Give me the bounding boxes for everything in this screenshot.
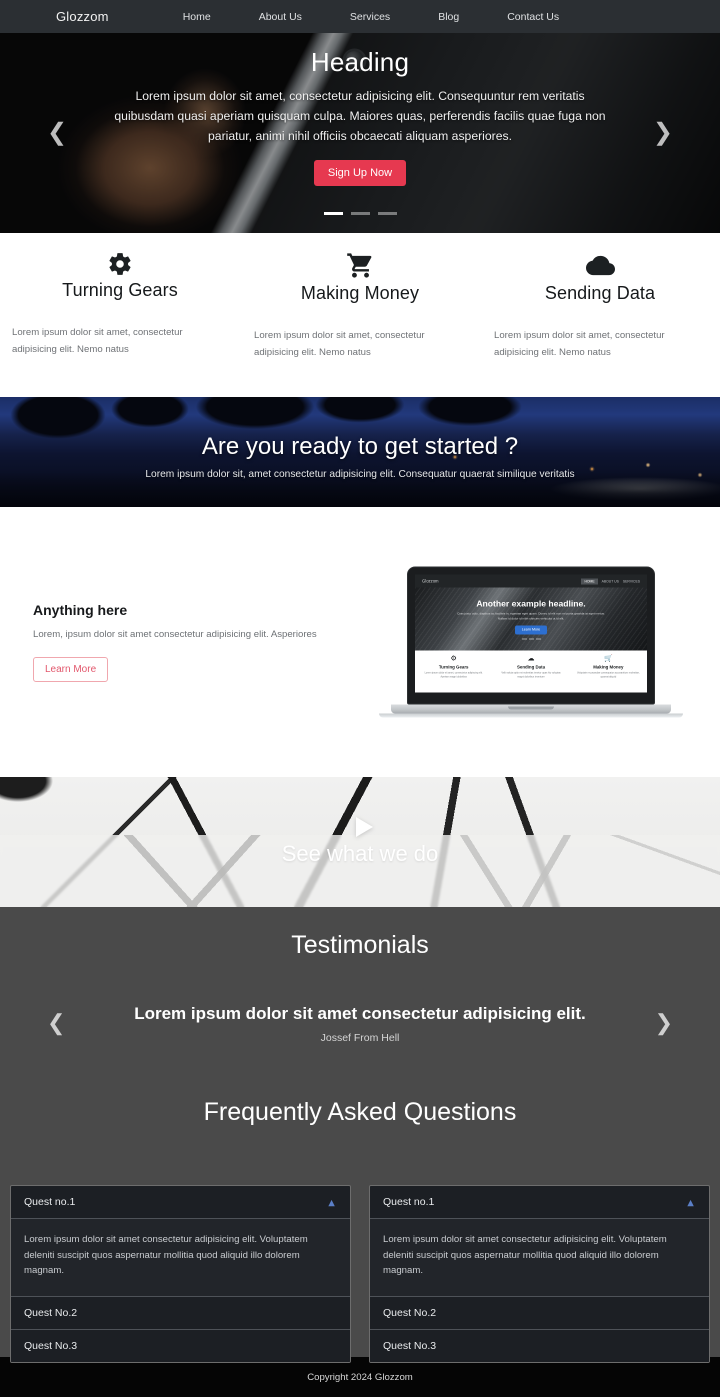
mockup-nav-home: HOME [581, 578, 598, 584]
nav-link-services[interactable]: Services [326, 11, 414, 23]
feature-text-turning-gears: Lorem ipsum dolor sit amet, consectetur … [12, 327, 183, 355]
about-text: Lorem, ipsum dolor sit amet consectetur … [33, 629, 317, 641]
faq-question-label: Quest No.2 [383, 1306, 437, 1319]
features-section: Turning Gears Lorem ipsum dolor sit amet… [0, 233, 720, 397]
mockup-learn-more-button: Learn More [514, 625, 548, 635]
testimonial-carousel: ❮ ❯ Lorem ipsum dolor sit amet consectet… [0, 1004, 720, 1044]
testimonial-author: Jossef From Hell [320, 1032, 400, 1044]
mockup-feature-text: Velit soluta optio est molestias tenetur… [501, 671, 561, 679]
mockup-nav-services: SERVICES [622, 579, 640, 583]
mockup-feature-title: Making Money [593, 664, 624, 670]
mockup-feature-title: Turning Gears [438, 664, 469, 670]
learn-more-button[interactable]: Learn More [33, 656, 109, 682]
faq-question-label: Quest No.2 [24, 1306, 78, 1319]
feature-card-turning-gears: Turning Gears Lorem ipsum dolor sit amet… [0, 251, 240, 397]
mockup-brand: Glozzom [422, 578, 439, 584]
nav-link-blog[interactable]: Blog [414, 11, 483, 23]
laptop-base [391, 704, 671, 714]
mockup-navbar: Glozzom HOME ABOUT US SERVICES [415, 574, 647, 588]
cta-subtitle: Lorem ipsum dolor sit, amet consectetur … [145, 468, 575, 480]
testimonial-quote: Lorem ipsum dolor sit amet consectetur a… [134, 1004, 586, 1023]
hero-indicator-2[interactable] [350, 212, 370, 215]
testimonial-next-arrow-icon[interactable]: ❯ [655, 1012, 673, 1034]
faq-question-1[interactable]: Quest no.1 ▼ [11, 1186, 350, 1219]
shopping-cart-icon [346, 253, 371, 278]
mockup-features: ⚙ Turning Gears Lorem ipsum dolor sit am… [415, 650, 647, 693]
mockup-hero: Another example headline. Cras justo odi… [415, 587, 647, 651]
about-section: Anything here Lorem, ipsum dolor sit ame… [0, 507, 720, 777]
hero-subtitle: Lorem ipsum dolor sit amet, consectetur … [114, 89, 606, 143]
mockup-feature-text: Lorem ipsum dolor sit amet, consectetur … [424, 671, 483, 679]
hero-next-arrow-icon[interactable]: ❯ [653, 121, 673, 145]
play-icon[interactable] [355, 817, 373, 837]
nav-link-contact-us[interactable]: Contact Us [483, 11, 583, 23]
mockup-nav-about: ABOUT US [601, 579, 619, 583]
mockup-feature-sending-data: ☁ Sending Data Velit soluta optio est mo… [492, 656, 569, 693]
faq-question-label: Quest No.3 [24, 1339, 78, 1352]
laptop-screen: Glozzom HOME ABOUT US SERVICES Another e… [415, 574, 647, 693]
hero-title: Heading [310, 47, 410, 77]
faq-grid: Quest no.1 ▼ Lorem ipsum dolor sit amet … [0, 1185, 720, 1363]
hero-slide-indicators [0, 212, 720, 215]
brand-logo[interactable]: Glozzom [56, 9, 109, 24]
faq-question-3[interactable]: Quest No.3 [11, 1329, 350, 1362]
faq-title: Frequently Asked Questions [203, 1098, 517, 1126]
nav-link-home[interactable]: Home [159, 11, 235, 23]
hero-indicator-1[interactable] [323, 212, 343, 215]
faq-question-label: Quest no.1 [383, 1196, 435, 1208]
mockup-paragraph: Cras justo odio, dapibus ac facilisis in… [457, 611, 605, 621]
feature-card-making-money: Making Money Lorem ipsum dolor sit amet,… [240, 251, 480, 397]
feature-card-sending-data: Sending Data Lorem ipsum dolor sit amet,… [480, 251, 720, 397]
testimonials-and-faq-section: Testimonials ❮ ❯ Lorem ipsum dolor sit a… [0, 907, 720, 1363]
feature-title-turning-gears: Turning Gears [62, 280, 178, 300]
faq-question-1[interactable]: Quest no.1 ▼ [370, 1186, 709, 1219]
faq-answer-1: Lorem ipsum dolor sit amet consectetur a… [370, 1219, 709, 1297]
faq-column-left: Quest no.1 ▼ Lorem ipsum dolor sit amet … [10, 1185, 351, 1363]
laptop-lid: Glozzom HOME ABOUT US SERVICES Another e… [407, 566, 655, 705]
cloud-icon: ☁ [527, 655, 535, 663]
chevron-up-icon: ▼ [326, 1196, 337, 1209]
testimonials-title: Testimonials [291, 931, 429, 959]
mockup-feature-turning-gears: ⚙ Turning Gears Lorem ipsum dolor sit am… [415, 656, 492, 693]
sign-up-now-button[interactable]: Sign Up Now [313, 160, 407, 187]
cloud-icon [585, 255, 615, 276]
faq-answer-1: Lorem ipsum dolor sit amet consectetur a… [11, 1219, 350, 1297]
main-navbar: Glozzom Home About Us Services Blog Cont… [0, 0, 720, 33]
page-footer: Copyright 2024 Glozzom [0, 1357, 720, 1397]
get-started-banner: Are you ready to get started ? Lorem ips… [0, 397, 720, 507]
hero-indicator-3[interactable] [377, 212, 397, 215]
feature-text-sending-data: Lorem ipsum dolor sit amet, consectetur … [494, 330, 665, 358]
mockup-feature-text: Voluptate recusandae consequatur accusan… [577, 671, 640, 679]
faq-question-2[interactable]: Quest No.2 [370, 1296, 709, 1330]
feature-text-making-money: Lorem ipsum dolor sit amet, consectetur … [254, 330, 425, 358]
nav-link-about-us[interactable]: About Us [235, 11, 326, 23]
video-section: See what we do [0, 777, 720, 907]
faq-question-label: Quest No.3 [383, 1339, 437, 1352]
faq-column-right: Quest no.1 ▼ Lorem ipsum dolor sit amet … [369, 1185, 710, 1363]
about-title: Anything here [33, 602, 128, 619]
faq-question-2[interactable]: Quest No.2 [11, 1296, 350, 1330]
copyright-text: Copyright 2024 Glozzom [307, 1371, 413, 1383]
feature-title-sending-data: Sending Data [544, 283, 656, 303]
mockup-slide-indicators [521, 638, 541, 640]
testimonial-prev-arrow-icon[interactable]: ❮ [47, 1012, 65, 1034]
faq-question-label: Quest no.1 [24, 1196, 76, 1208]
faq-question-3[interactable]: Quest No.3 [370, 1329, 709, 1362]
feature-title-making-money: Making Money [300, 283, 420, 303]
cta-title: Are you ready to get started ? [201, 432, 519, 460]
hero-carousel: ❮ ❯ Heading Lorem ipsum dolor sit amet, … [0, 33, 720, 233]
laptop-foot [379, 713, 683, 718]
mockup-feature-title: Sending Data [516, 664, 546, 670]
gear-icon [109, 253, 131, 275]
mockup-feature-making-money: 🛒 Making Money Voluptate recusandae cons… [570, 656, 647, 693]
gear-icon: ⚙ [450, 655, 457, 663]
laptop-mockup: Glozzom HOME ABOUT US SERVICES Another e… [379, 566, 683, 718]
video-title: See what we do [281, 841, 439, 866]
chevron-up-icon: ▼ [685, 1196, 696, 1209]
mockup-headline: Another example headline. [476, 598, 586, 609]
shopping-cart-icon: 🛒 [603, 655, 613, 663]
nav-links: Home About Us Services Blog Contact Us [159, 11, 583, 23]
hero-prev-arrow-icon[interactable]: ❮ [47, 121, 67, 145]
